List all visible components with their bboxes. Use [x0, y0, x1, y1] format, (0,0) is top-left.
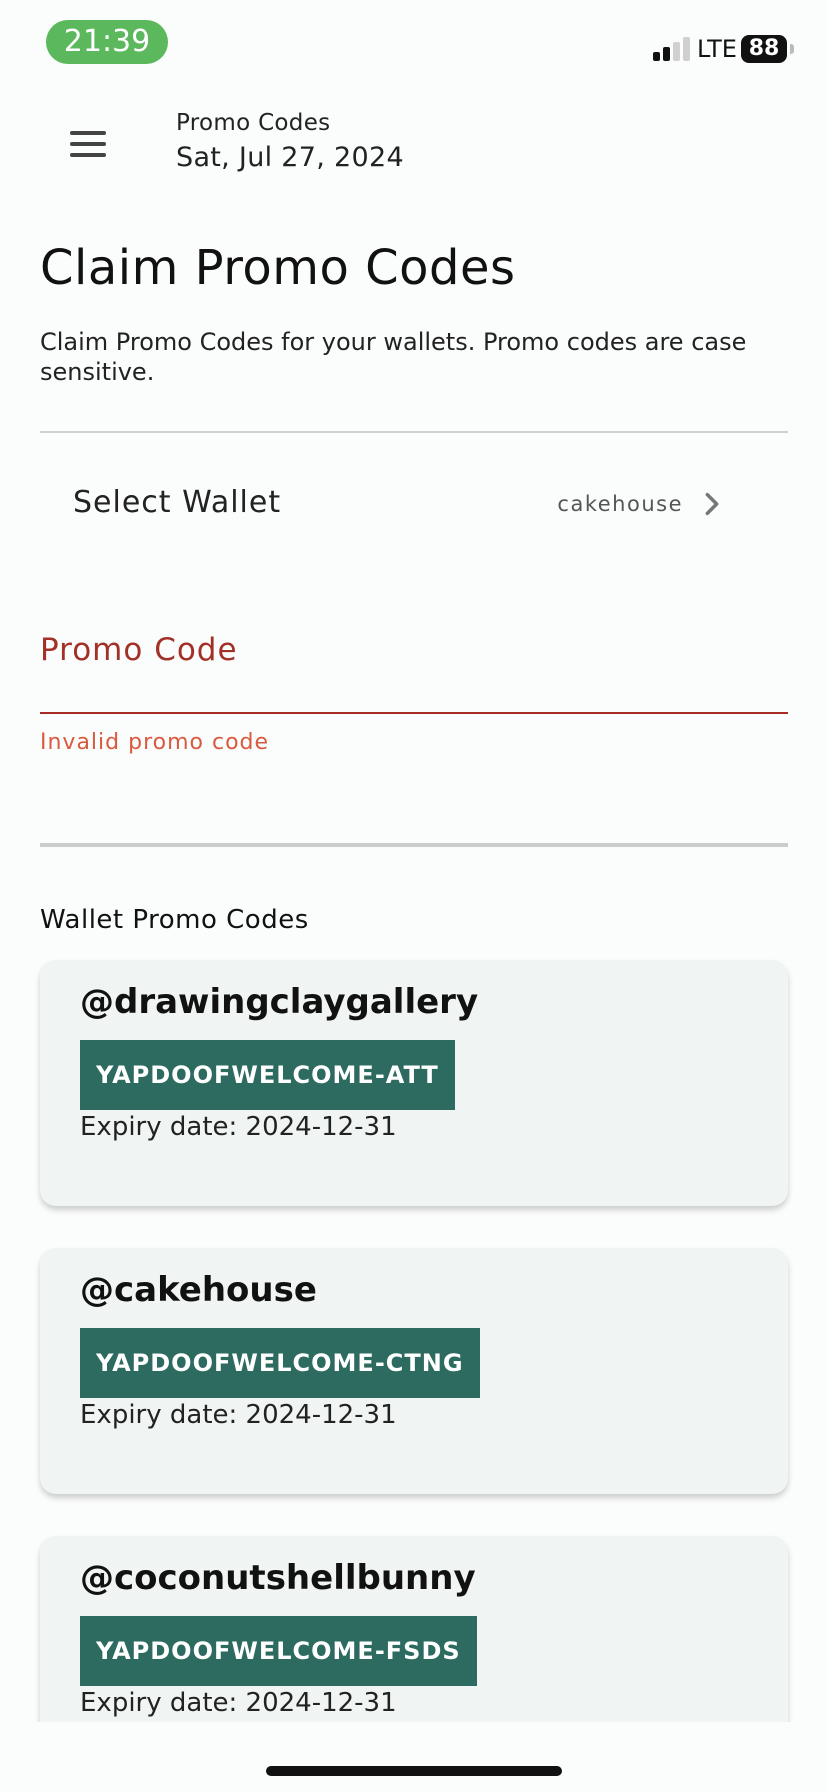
page-title: Claim Promo Codes — [40, 240, 516, 296]
promo-code-badge[interactable]: YAPDOOFWELCOME-CTNG — [80, 1328, 480, 1398]
select-wallet-label: Select Wallet — [73, 485, 282, 520]
expiry-date: Expiry date: 2024-12-31 — [80, 1112, 397, 1142]
promo-code-label: Promo Code — [40, 632, 238, 668]
expiry-date: Expiry date: 2024-12-31 — [80, 1688, 397, 1718]
bottom-safe-area — [0, 1722, 828, 1792]
selected-wallet-value: cakehouse — [557, 492, 683, 516]
header-title: Promo Codes — [176, 110, 331, 136]
network-type: LTE — [697, 35, 737, 63]
promo-card[interactable]: @cakehouse YAPDOOFWELCOME-CTNG Expiry da… — [40, 1248, 788, 1494]
home-indicator[interactable] — [266, 1766, 562, 1776]
promo-code-badge[interactable]: YAPDOOFWELCOME-ATT — [80, 1040, 455, 1110]
wallet-handle: @cakehouse — [80, 1270, 317, 1310]
promo-code-badge[interactable]: YAPDOOFWELCOME-FSDS — [80, 1616, 477, 1686]
status-time: 21:39 — [46, 20, 168, 64]
signal-icon — [653, 37, 693, 61]
promo-codes-screen: 21:39 LTE 88 Promo Codes Sat, Jul 27, 20… — [0, 0, 828, 1792]
header-date: Sat, Jul 27, 2024 — [176, 142, 404, 173]
page-description: Claim Promo Codes for your wallets. Prom… — [40, 328, 747, 386]
battery-tip — [790, 44, 794, 54]
status-bar: 21:39 LTE 88 — [0, 0, 828, 90]
chevron-right-icon — [705, 492, 719, 516]
promo-card[interactable]: @drawingclaygallery YAPDOOFWELCOME-ATT E… — [40, 960, 788, 1206]
divider — [40, 843, 788, 847]
wallet-promo-codes-title: Wallet Promo Codes — [40, 905, 309, 935]
promo-code-error: Invalid promo code — [40, 730, 270, 755]
select-wallet-row[interactable]: Select Wallet cakehouse — [40, 460, 788, 548]
wallet-handle: @drawingclaygallery — [80, 982, 479, 1022]
battery-icon: 88 — [741, 35, 787, 63]
menu-icon[interactable] — [62, 118, 114, 170]
wallet-handle: @coconutshellbunny — [80, 1558, 476, 1598]
divider — [40, 431, 788, 433]
expiry-date: Expiry date: 2024-12-31 — [80, 1400, 397, 1430]
